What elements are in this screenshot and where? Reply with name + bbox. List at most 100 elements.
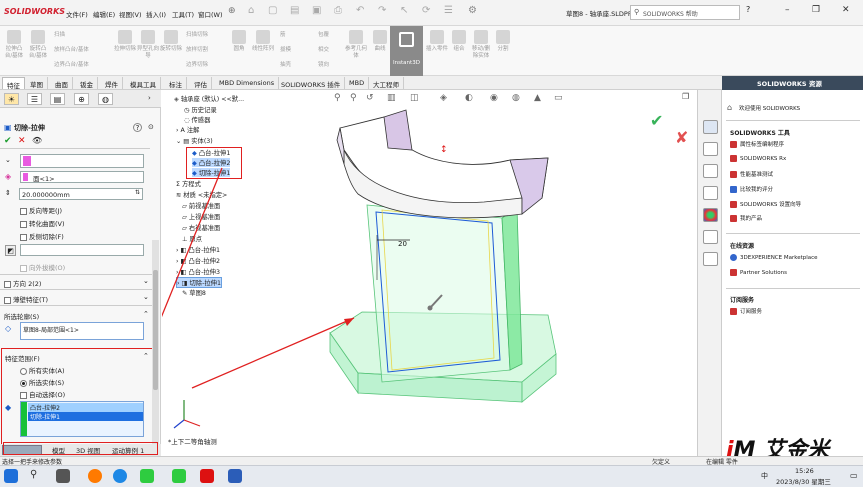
extrude-cut-button[interactable]: 拉伸切除 [114, 30, 136, 53]
end-condition-field[interactable] [20, 154, 144, 168]
panel-expand-icon[interactable]: › [148, 94, 151, 102]
reverse-offset-checkbox[interactable]: 反向等距(J) [20, 205, 62, 215]
scrollbar-thumb[interactable] [153, 270, 158, 390]
linear-pattern-button[interactable]: 线性阵列 [252, 30, 274, 53]
open-file-icon[interactable]: ▤ [290, 5, 299, 16]
draft-toggle-button[interactable]: ◩ [5, 245, 16, 256]
draft-outward-checkbox[interactable]: 向外拔模(O) [20, 262, 65, 272]
subscription-link[interactable]: 订阅服务 [730, 307, 762, 315]
flip-side-cut-checkbox[interactable]: 反侧切除(F) [20, 231, 64, 241]
collapse-icon[interactable]: ⌃ [143, 352, 149, 360]
combine-button[interactable]: 组合 [448, 30, 470, 53]
instant3d-button[interactable]: Instant3D [390, 26, 423, 76]
sweep-button[interactable]: 扫描 [54, 30, 65, 38]
selected-bodies-radio[interactable]: 所选实体(S) [20, 377, 64, 387]
cancel-button[interactable]: ✕ [18, 136, 26, 146]
tab-weldments[interactable]: 焊件 [101, 77, 123, 89]
word-icon[interactable] [228, 469, 242, 483]
menu-view[interactable]: 视图(V) [119, 9, 142, 19]
menu-file[interactable]: 文件(F) [66, 9, 88, 19]
tab-markup[interactable]: 标注 [165, 77, 187, 89]
custom-properties-icon[interactable] [703, 230, 718, 244]
face-selection-field[interactable]: 面<1> [20, 171, 144, 183]
collapse-icon[interactable]: ⌃ [143, 310, 149, 318]
dimxpert-tab-icon[interactable]: ⊕ [74, 93, 89, 105]
print-icon[interactable]: ⎙ [334, 5, 342, 16]
close-button[interactable]: ✕ [842, 5, 850, 15]
home-icon[interactable]: ⌂ [248, 5, 254, 16]
graphics-area[interactable]: ⚲ ⚲ ↺ ▥ ◫ ◈ ◐ ◉ ◍ ▲ ▭ ✔ ✘ ❐ ◈ 轴承座 (默认) <… [162, 90, 697, 456]
tool-link[interactable]: 性能基准测试 [730, 170, 773, 178]
edge-icon[interactable] [113, 469, 127, 483]
undo-icon[interactable]: ↶ [356, 5, 364, 16]
tool-link[interactable]: 属性标签编制程序 [730, 140, 784, 148]
intersect-button[interactable]: 相交 [318, 45, 329, 53]
pin-icon[interactable]: ⊕ [228, 6, 236, 16]
move-delete-body-button[interactable]: 移动/删除实体 [470, 30, 492, 60]
design-library-icon[interactable] [703, 142, 718, 156]
split-button[interactable]: 分割 [492, 30, 514, 53]
tab-sketch[interactable]: 草图 [26, 77, 48, 89]
tab-evaluate[interactable]: 评估 [190, 77, 212, 89]
fillet-button[interactable]: 圆角 [228, 30, 250, 53]
tab-sheet-metal[interactable]: 钣金 [76, 77, 98, 89]
reference-geometry-button[interactable]: 参考几何体 [345, 30, 367, 60]
tab-solidworks-addins[interactable]: SOLIDWORKS 插件 [277, 77, 346, 89]
view-palette-icon[interactable] [703, 186, 718, 200]
rib-button[interactable]: 筋 [280, 30, 286, 38]
options-gear-icon[interactable]: ⚙ [468, 5, 477, 16]
draft-button[interactable]: 拔模 [280, 45, 291, 53]
panel-scrollbar[interactable] [152, 240, 159, 450]
file-explorer-icon[interactable] [703, 164, 718, 178]
start-icon[interactable] [4, 469, 18, 483]
curves-button[interactable]: 曲线 [369, 30, 391, 53]
body-item[interactable]: 凸台-拉伸2 [28, 403, 143, 412]
dimension-value[interactable]: 20 [398, 240, 407, 248]
thin-feature-checkbox[interactable]: 薄壁特征(T) [4, 294, 48, 304]
solidworks-taskbar-icon[interactable] [200, 469, 214, 483]
menu-insert[interactable]: 插入(I) [146, 9, 166, 19]
tab-engineer[interactable]: 大工程师 [369, 77, 404, 89]
drag-handle-knob[interactable] [427, 305, 433, 311]
spinner-icon[interactable]: ⇅ [135, 189, 140, 196]
search-icon[interactable]: ⚲ [30, 469, 44, 483]
tab-mbd-dimensions[interactable]: MBD Dimensions [215, 77, 280, 89]
selected-bodies-list[interactable]: 凸台-拉伸2 切除-拉伸1 [20, 401, 144, 437]
configuration-manager-tab-icon[interactable]: ▤ [50, 93, 65, 105]
solidworks-forum-icon[interactable] [703, 252, 718, 266]
file-props-icon[interactable]: ☰ [444, 5, 453, 16]
detail-preview-icon[interactable]: 👁 [32, 136, 42, 145]
direction2-checkbox[interactable]: 方向 2(2) [4, 278, 41, 288]
help-search-input[interactable]: ⚲ SOLIDWORKS 帮助 [630, 5, 740, 20]
restore-button[interactable]: ❐ [812, 5, 820, 15]
selected-contours-header[interactable]: 所选轮廓(S) [4, 311, 39, 321]
translate-surface-checkbox[interactable]: 转化曲面(V) [20, 218, 65, 228]
tool-link[interactable]: 我的产品 [730, 214, 762, 222]
display-manager-tab-icon[interactable]: ◍ [98, 93, 113, 105]
tab-features[interactable]: 特征 [2, 77, 25, 90]
tab-mbd[interactable]: MBD [345, 77, 370, 89]
insert-part-button[interactable]: 插入零件 [426, 30, 448, 53]
sweep-cut-button[interactable]: 扫描切除 [186, 30, 208, 38]
select-icon[interactable]: ↖ [400, 5, 408, 16]
welcome-link[interactable]: 欢迎使用 SOLIDWORKS [739, 104, 800, 112]
menu-window[interactable]: 窗口(W) [198, 9, 223, 19]
resources-home-icon[interactable] [703, 120, 718, 134]
ok-button[interactable]: ✔ [4, 136, 12, 146]
contour-selection-list[interactable]: 草图8-局部范围<1> [20, 322, 144, 340]
tool-link[interactable]: SOLIDWORKS 设置向导 [730, 200, 801, 208]
notification-icon[interactable]: ▭ [850, 471, 858, 480]
tab-surfaces[interactable]: 曲面 [51, 77, 73, 89]
loft-cut-button[interactable]: 放样切割 [186, 45, 208, 53]
firefox-icon[interactable] [88, 469, 102, 483]
all-bodies-radio[interactable]: 所有实体(A) [20, 365, 65, 375]
model-viewport[interactable]: 20 ↕ [162, 90, 697, 456]
draft-angle-field[interactable] [20, 244, 144, 256]
shell-button[interactable]: 抽壳 [280, 60, 291, 68]
wechat-work-icon[interactable] [172, 469, 186, 483]
pin-icon[interactable]: ⊙ [148, 123, 154, 131]
extrude-boss-button[interactable]: 拉伸凸台/基体 [3, 30, 25, 60]
tool-link[interactable]: 比较我的评分 [730, 185, 773, 193]
new-file-icon[interactable]: ▢ [268, 5, 277, 16]
feature-manager-tab-icon[interactable]: ☀ [4, 93, 19, 105]
